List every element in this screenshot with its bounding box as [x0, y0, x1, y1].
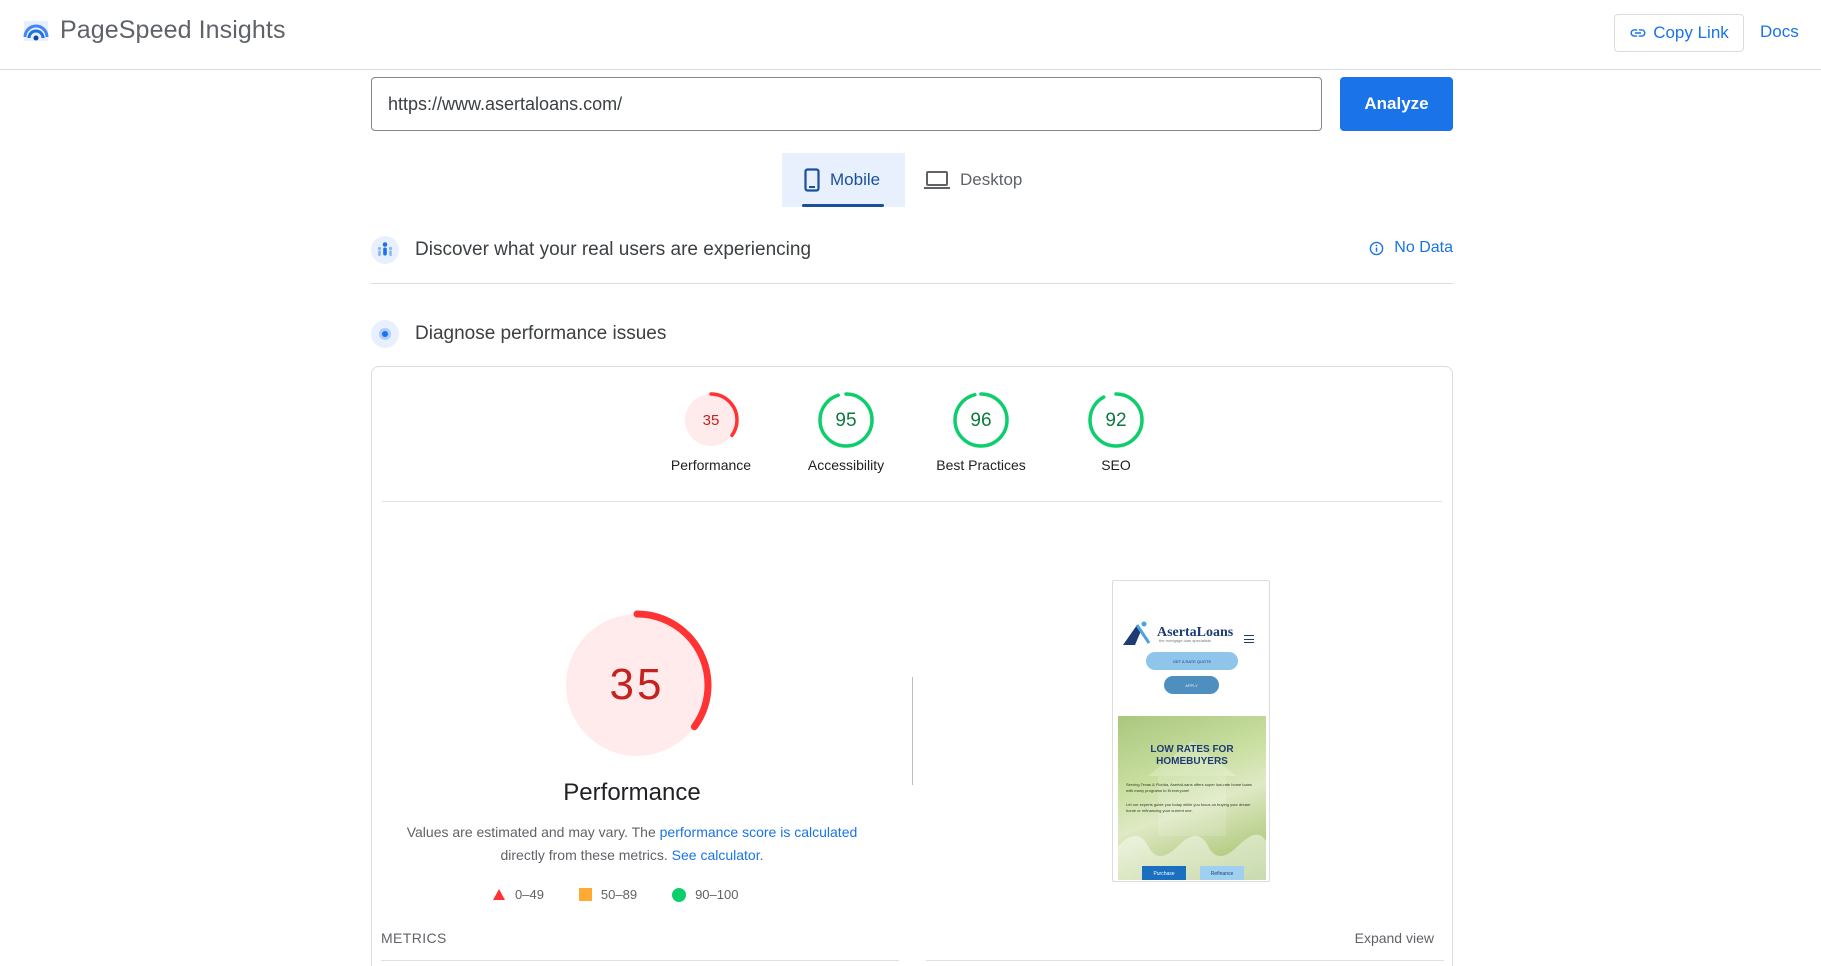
copy-link-button[interactable]: Copy Link [1614, 14, 1744, 52]
score-legend: 0–49 50–89 90–100 [492, 887, 773, 902]
phone-icon [804, 168, 820, 192]
lab-data-title: Diagnose performance issues [415, 323, 667, 344]
gauge-seo-score: 92 [1105, 410, 1126, 431]
metrics-divider-left [381, 960, 899, 961]
performance-score-gauge: 35 [562, 610, 712, 760]
hero-text-2: Let our experts guide you today while yo… [1126, 802, 1251, 813]
gauge-best-practices-label: Best Practices [936, 457, 1026, 473]
gauge-best-practices-score: 96 [970, 410, 991, 431]
page-screenshot[interactable]: AsertaLoans the mortgage loan specialist… [1112, 580, 1270, 882]
laptop-icon [924, 171, 950, 189]
screenshot-purchase-button: Purchase [1142, 866, 1186, 880]
tab-mobile[interactable]: Mobile [782, 153, 905, 207]
gauges-divider [382, 501, 1442, 502]
score-calculated-link[interactable]: performance score is calculated [660, 824, 858, 840]
legend-pass: 90–100 [672, 887, 738, 902]
screenshot-hero-title: LOW RATES FOR HOMEBUYERS [1118, 744, 1266, 768]
no-data-label: No Data [1394, 239, 1453, 256]
report-card: 35 Performance 95 Accessibility 96 Best … [371, 366, 1453, 966]
see-calculator-link[interactable]: See calculator. [672, 847, 764, 863]
gauge-seo-label: SEO [1101, 457, 1131, 473]
circle-icon [672, 887, 687, 902]
legend-fail-label: 0–49 [515, 887, 544, 902]
section-divider [371, 283, 1453, 284]
legend-pass-label: 90–100 [695, 887, 739, 902]
tab-mobile-label: Mobile [830, 170, 881, 189]
hero-title-line-1: LOW RATES FOR [1150, 744, 1234, 755]
metrics-heading: METRICS [381, 930, 447, 946]
active-tab-indicator [802, 204, 884, 207]
brand[interactable]: PageSpeed Insights [22, 16, 286, 45]
legend-fail: 0–49 [492, 887, 544, 902]
desc-text-1: Values are estimated and may vary. The [406, 824, 660, 840]
metrics-divider-right [926, 960, 1444, 961]
screenshot-apply-button: APPLY [1164, 676, 1219, 694]
performance-score-value: 35 [610, 660, 665, 709]
hamburger-menu-icon [1244, 635, 1254, 643]
gauge-seo[interactable]: 92 SEO [1056, 391, 1176, 473]
hero-title-line-2: HOMEBUYERS [1156, 756, 1228, 767]
expand-view-toggle[interactable]: Expand view [1355, 930, 1434, 946]
field-data-title: Discover what your real users are experi… [415, 239, 812, 260]
tab-desktop[interactable]: Desktop [922, 153, 1042, 207]
gauge-performance[interactable]: 35 Performance [651, 391, 771, 473]
no-data-status[interactable]: No Data [1369, 239, 1453, 257]
screenshot-tagline: the mortgage loan specialists [1159, 638, 1211, 643]
screenshot-hero: LOW RATES FOR HOMEBUYERS Serving Texas &… [1118, 716, 1266, 880]
analyze-button[interactable]: Analyze [1340, 77, 1453, 131]
lab-data-section: Diagnose performance issues [371, 320, 1453, 348]
gauge-accessibility-ring: 95 [818, 392, 874, 448]
app-title: PageSpeed Insights [60, 16, 286, 44]
info-icon [1370, 241, 1384, 255]
legend-average-label: 50–89 [600, 887, 638, 902]
hero-text-1: Serving Texas & Florida, AsertaLoans off… [1126, 782, 1252, 793]
square-icon [578, 888, 592, 901]
gauge-accessibility[interactable]: 95 Accessibility [786, 391, 906, 473]
legend-average: 50–89 [578, 887, 638, 902]
users-icon [371, 236, 399, 264]
url-input[interactable] [371, 77, 1322, 131]
screenshot-refinance-button: Refinance [1200, 866, 1244, 880]
performance-title: Performance [563, 779, 701, 806]
desc-text-2: directly from these metrics. [500, 847, 672, 863]
docs-link[interactable]: Docs [1760, 22, 1799, 42]
copy-link-label: Copy Link [1653, 23, 1729, 42]
gauge-best-practices[interactable]: 96 Best Practices [921, 391, 1041, 473]
pagespeed-logo-icon [23, 20, 49, 41]
gauge-performance-ring: 35 [683, 392, 739, 448]
aserta-logo-icon [1123, 621, 1151, 645]
top-bar: PageSpeed Insights Copy Link Docs [0, 0, 1821, 70]
gauge-seo-ring: 92 [1088, 392, 1144, 448]
performance-description: Values are estimated and may vary. The p… [372, 821, 892, 867]
diagnose-icon [371, 320, 399, 348]
triangle-icon [493, 889, 505, 900]
gauge-performance-label: Performance [670, 457, 752, 473]
screenshot-hero-text: Serving Texas & Florida, AsertaLoans off… [1126, 782, 1256, 814]
field-data-section: Discover what your real users are experi… [371, 236, 1453, 264]
vertical-divider [912, 677, 913, 785]
gauge-accessibility-label: Accessibility [807, 457, 885, 473]
gauge-accessibility-score: 95 [835, 410, 856, 431]
tab-desktop-label: Desktop [960, 170, 1023, 189]
gauge-best-practices-ring: 96 [953, 392, 1009, 448]
gauge-performance-score: 35 [703, 412, 720, 429]
screenshot-quote-button: GET A RATE QUOTE [1146, 652, 1238, 670]
link-icon [1630, 29, 1646, 37]
